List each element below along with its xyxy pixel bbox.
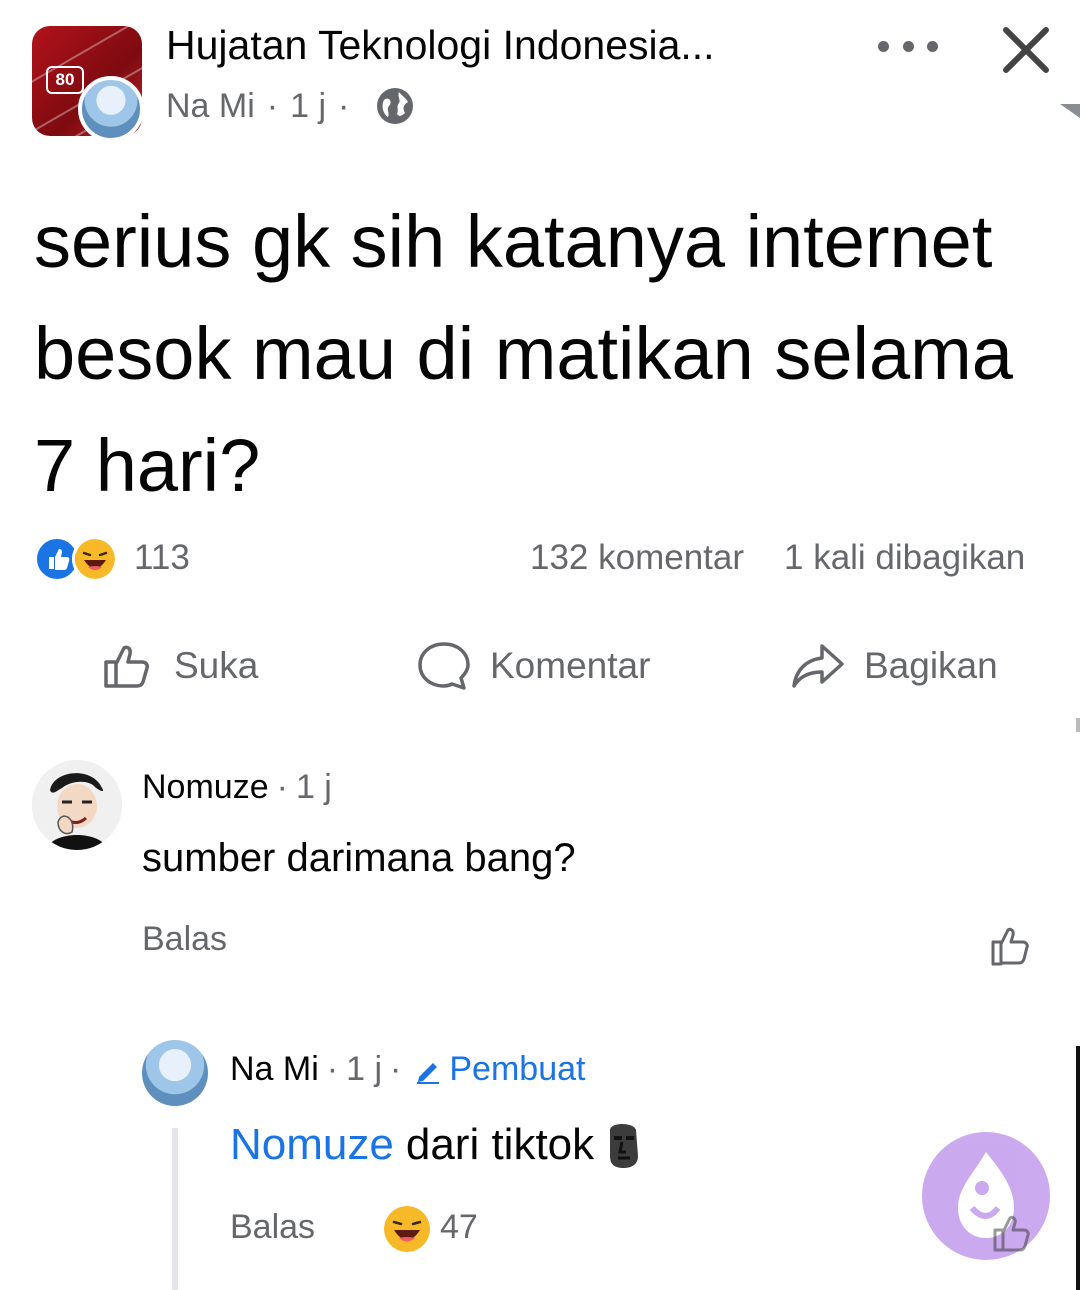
like-label: Suka bbox=[174, 645, 259, 686]
scroll-indicator bbox=[1076, 718, 1080, 732]
like-button[interactable]: Suka bbox=[100, 636, 258, 696]
more-options-button[interactable] bbox=[878, 26, 938, 66]
commenter-name[interactable]: Nomuze bbox=[142, 768, 269, 807]
close-icon[interactable] bbox=[996, 20, 1056, 80]
author-badge-label: Pembuat bbox=[449, 1050, 586, 1088]
comment-count[interactable]: 132 komentar bbox=[530, 538, 744, 578]
author-badge: Pembuat bbox=[413, 1050, 585, 1089]
reply-author-name[interactable]: Na Mi bbox=[230, 1050, 319, 1089]
thumbs-up-icon[interactable] bbox=[990, 1210, 1036, 1256]
haha-reaction-icon[interactable] bbox=[384, 1206, 430, 1252]
author-avatar[interactable] bbox=[78, 76, 144, 142]
author-name[interactable]: Na Mi bbox=[166, 87, 255, 126]
globe-icon bbox=[377, 88, 414, 124]
post-meta: Na Mi · 1 j · bbox=[166, 86, 415, 126]
post-text: serius gk sih katanya internet besok mau… bbox=[34, 200, 1013, 507]
meta-separator: · bbox=[326, 1050, 339, 1088]
corner-marker bbox=[1060, 104, 1080, 118]
pencil-icon bbox=[417, 1062, 440, 1084]
comment-bubble-icon bbox=[418, 642, 470, 690]
thumbs-up-icon bbox=[104, 645, 149, 688]
commenter-avatar[interactable] bbox=[32, 760, 122, 850]
share-button[interactable]: Bagikan bbox=[790, 636, 998, 696]
share-count[interactable]: 1 kali dibagikan bbox=[784, 538, 1025, 578]
meta-separator: · bbox=[390, 1050, 402, 1088]
comment-button[interactable]: Komentar bbox=[416, 636, 650, 696]
moai-emoji-icon bbox=[610, 1124, 639, 1168]
group-name[interactable]: Hujatan Teknologi Indonesia... bbox=[166, 22, 826, 69]
reply-button[interactable]: Balas bbox=[230, 1208, 315, 1247]
post-time[interactable]: 1 j bbox=[290, 87, 326, 126]
reply-thread-line bbox=[172, 1128, 178, 1290]
meta-separator: · bbox=[276, 768, 288, 806]
dot-icon bbox=[878, 40, 889, 52]
mention-link[interactable]: Nomuze bbox=[230, 1120, 394, 1170]
reply-time[interactable]: 1 j bbox=[346, 1050, 382, 1089]
meta-separator: · bbox=[338, 86, 350, 125]
share-arrow-icon bbox=[792, 644, 844, 688]
comment-time[interactable]: 1 j bbox=[296, 768, 332, 807]
reaction-icons[interactable] bbox=[34, 536, 124, 582]
comment-text: sumber darimana bang? bbox=[142, 836, 576, 880]
dot-icon bbox=[902, 40, 914, 52]
reaction-count[interactable]: 113 bbox=[134, 538, 190, 578]
reply-reaction-count[interactable]: 47 bbox=[440, 1208, 478, 1247]
haha-reaction-icon bbox=[72, 536, 118, 582]
dot-icon bbox=[927, 40, 938, 52]
group-avatar-badge: 80 bbox=[46, 66, 84, 94]
meta-separator: · bbox=[266, 86, 279, 125]
share-label: Bagikan bbox=[864, 645, 998, 686]
thumbs-up-icon[interactable] bbox=[988, 922, 1036, 970]
comment-header: Nomuze · 1 j bbox=[142, 768, 332, 807]
reply-button[interactable]: Balas bbox=[142, 920, 227, 959]
reply-text: Nomuze dari tiktok bbox=[230, 1120, 646, 1170]
reply-author-avatar[interactable] bbox=[142, 1040, 208, 1106]
comment-label: Komentar bbox=[490, 645, 651, 686]
reply-header: Na Mi · 1 j · Pembuat bbox=[230, 1050, 585, 1089]
screen-edge bbox=[1076, 1046, 1080, 1290]
reply-text-body: dari tiktok bbox=[405, 1120, 595, 1169]
